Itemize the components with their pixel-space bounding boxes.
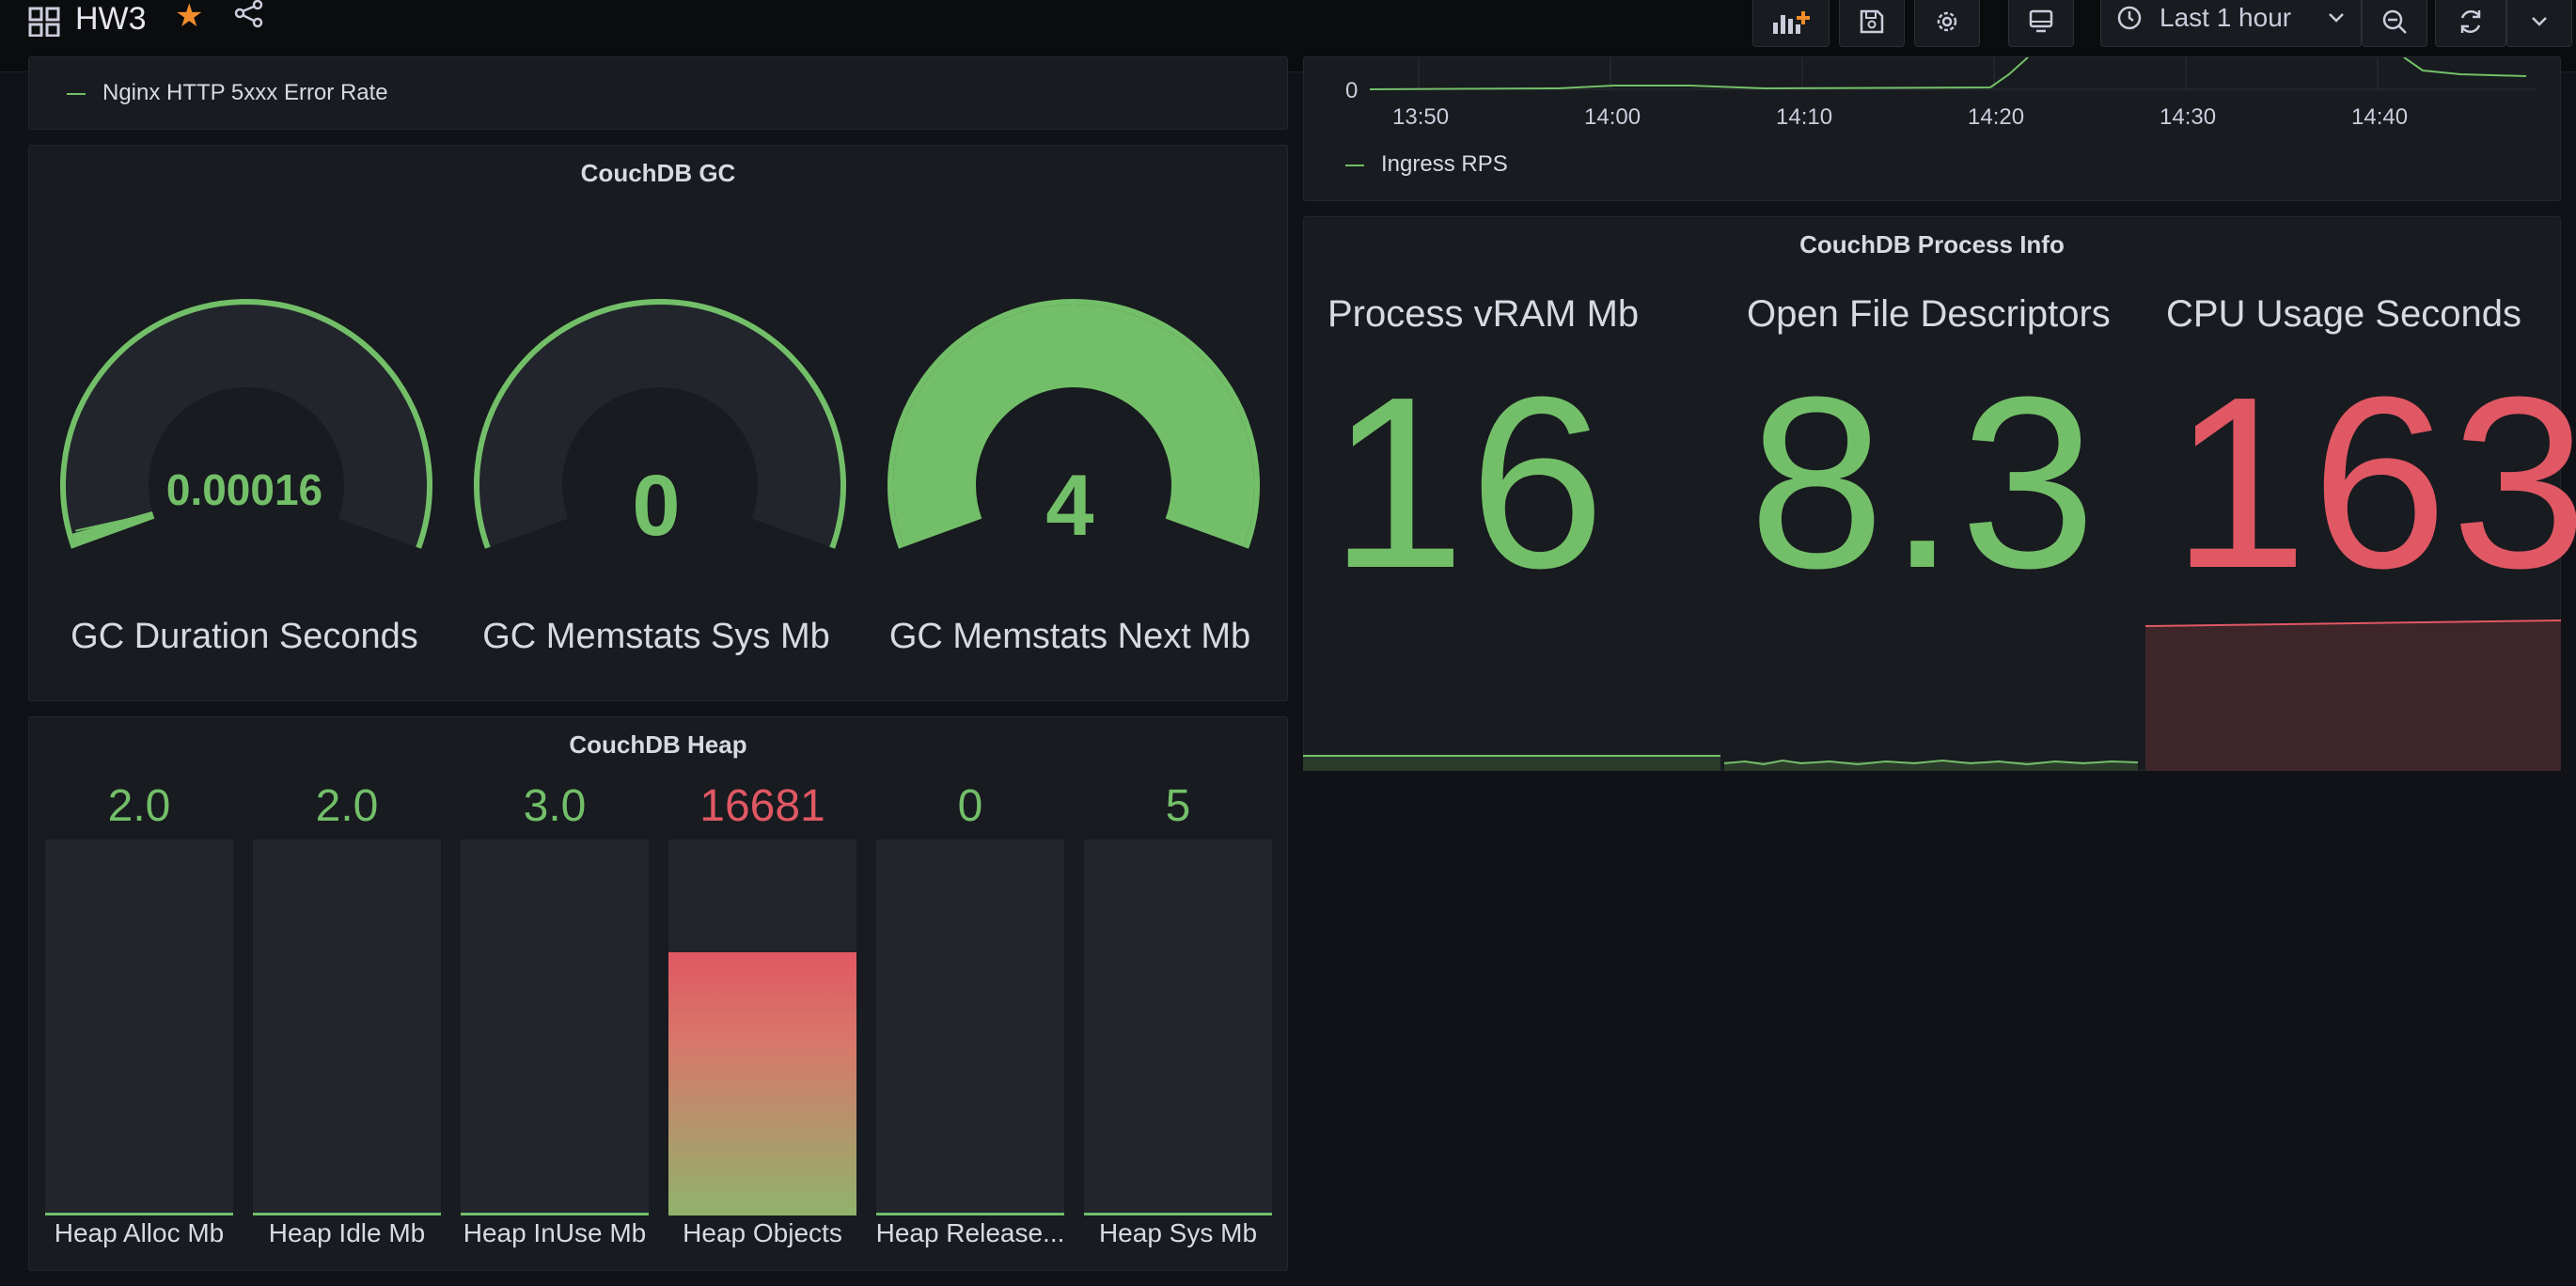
ingress-rps-panel: 0 13:50 14:00 14:10 14:20 14:30 14:40 In… (1303, 56, 2561, 201)
save-dashboard-button[interactable] (1839, 0, 1905, 47)
bar-gauge-fill (461, 1213, 649, 1215)
dashboard-title[interactable]: HW3 (75, 0, 147, 38)
gauge-value-arc (72, 510, 155, 547)
bar-gauge-value: 0 (957, 781, 983, 831)
chevron-down-icon (2329, 13, 2344, 23)
dashboard-settings-button[interactable] (1914, 0, 1980, 47)
x-axis-tick: 14:20 (1968, 104, 2025, 130)
legend-color-marker (67, 92, 86, 95)
bar-gauge-track (876, 839, 1064, 1215)
stat-label: CPU Usage Seconds (2166, 293, 2521, 335)
star-icon[interactable]: ★ (175, 0, 203, 32)
stat-sparklines (1303, 619, 2561, 771)
chevron-down-icon (2532, 17, 2547, 26)
stat-value: 163 (2172, 347, 2576, 619)
bar-gauge-track (668, 839, 856, 1215)
save-icon (1860, 9, 1884, 34)
legend-label: Nginx HTTP 5xxx Error Rate (102, 80, 388, 105)
share-icon[interactable] (233, 0, 265, 28)
time-range-label: Last 1 hour (2160, 3, 2292, 32)
gauge-label: GC Memstats Next Mb (888, 617, 1251, 656)
legend-item[interactable]: Ingress RPS (1345, 151, 1508, 178)
refresh-interval-picker[interactable] (2506, 0, 2572, 47)
y-axis-tick: 0 (1345, 78, 1359, 103)
panel-title[interactable]: CouchDB Heap (29, 730, 1287, 760)
bar-gauge-value: 5 (1165, 781, 1191, 831)
bar-gauge-fill (668, 952, 856, 1215)
x-axis-tick: 14:30 (2160, 104, 2217, 130)
stat-value: 8.3 (1749, 347, 2100, 619)
bar-gauge-track (45, 839, 233, 1215)
tv-mode-icon (2029, 9, 2053, 33)
bar-gauge-value: 3.0 (523, 781, 587, 831)
x-axis-tick: 14:40 (2351, 104, 2409, 130)
gauge-gc-duration (60, 299, 432, 549)
bar-gauge-label: Heap Objects (683, 1218, 842, 1247)
bar-gauge-fill (1084, 1213, 1272, 1215)
stat-value: 16 (1329, 347, 1610, 619)
bar-gauge-fill (45, 1213, 233, 1215)
legend-item[interactable]: Nginx HTTP 5xxx Error Rate (67, 80, 388, 106)
legend-label: Ingress RPS (1381, 151, 1508, 177)
ingress-rps-graph (1370, 57, 2536, 90)
stat-label: Process vRAM Mb (1327, 293, 1640, 335)
x-axis-tick: 13:50 (1392, 104, 1450, 130)
gauge-value: 4 (1045, 458, 1094, 554)
bar-gauge-value: 2.0 (107, 781, 171, 831)
refresh-icon (2460, 9, 2481, 34)
bar-gauge-track (1084, 839, 1272, 1215)
gauge-label: GC Duration Seconds (71, 617, 418, 656)
bar-gauge-label: Heap Release... (875, 1218, 1065, 1247)
settings-icon (1937, 11, 1957, 32)
bar-gauge-label: Heap Sys Mb (1098, 1218, 1258, 1247)
gauge-value: 0 (632, 458, 681, 554)
refresh-button[interactable] (2435, 0, 2506, 47)
bar-gauge-value: 16681 (699, 781, 825, 831)
time-range-picker[interactable]: Last 1 hour (2100, 0, 2362, 47)
zoom-out-icon (2382, 9, 2407, 34)
add-panel-button[interactable] (1752, 0, 1830, 47)
nginx-error-rate-panel: Nginx HTTP 5xxx Error Rate (28, 56, 1288, 130)
add-panel-icon (1773, 11, 1810, 34)
apps-icon[interactable] (28, 5, 60, 37)
bar-gauge-label: Heap Alloc Mb (54, 1218, 225, 1247)
bar-gauge-track (461, 839, 649, 1215)
legend-color-marker (1345, 164, 1364, 166)
tv-mode-button[interactable] (2008, 0, 2074, 47)
bar-gauge-value: 2.0 (315, 781, 379, 831)
bar-gauge-fill (253, 1213, 441, 1215)
x-axis-tick: 14:10 (1776, 104, 1833, 130)
gauge-label: GC Memstats Sys Mb (482, 617, 830, 656)
bar-gauge-label: Heap InUse Mb (463, 1218, 647, 1247)
bar-gauge-label: Heap Idle Mb (268, 1218, 426, 1247)
panel-title[interactable]: CouchDB Process Info (1304, 230, 2560, 259)
zoom-out-button[interactable] (2362, 0, 2427, 47)
clock-icon (2117, 6, 2142, 30)
stat-label: Open File Descriptors (1747, 293, 2111, 335)
bar-gauge-track (253, 839, 441, 1215)
panel-title[interactable]: CouchDB GC (29, 159, 1287, 188)
gauge-value: 0.00016 (165, 465, 323, 514)
bar-gauge-fill (876, 1213, 1064, 1215)
x-axis-tick: 14:00 (1584, 104, 1641, 130)
